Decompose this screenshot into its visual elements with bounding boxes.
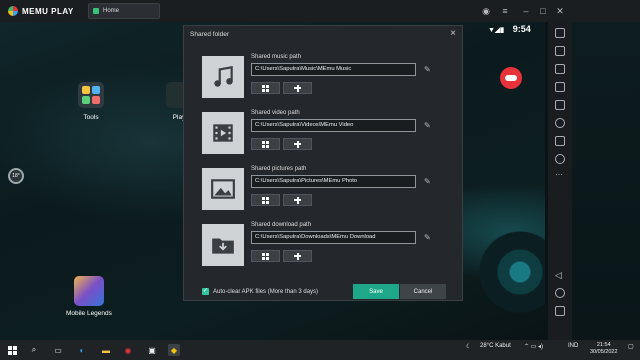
download-path-field[interactable]: C:\Users\Saputra\Downloads\MEmu Download <box>251 231 416 244</box>
open-music-android-button[interactable] <box>283 82 312 94</box>
android-icon <box>294 140 301 148</box>
mobile-legends-icon <box>73 276 104 306</box>
open-pictures-folder-button[interactable] <box>251 194 280 206</box>
keyboard-icon[interactable] <box>555 28 565 38</box>
close-window-icon[interactable]: ✕ <box>552 0 568 22</box>
app-title: MEMU PLAY <box>22 6 74 16</box>
tools-label: Tools <box>83 114 99 121</box>
checkmark-icon[interactable]: ✓ <box>202 288 209 295</box>
tab-home[interactable]: Home <box>88 3 160 19</box>
download-folder-icon <box>202 224 244 266</box>
tools-app[interactable]: Tools <box>78 82 104 121</box>
open-pictures-android-button[interactable] <box>283 194 312 206</box>
memu-taskbar-icon[interactable]: ◆ <box>168 344 180 356</box>
android-status-bar: ▼◢▮ 9:54 <box>488 24 531 34</box>
shared-music-row: Shared music path C:\Users\Saputra\Music… <box>202 54 447 102</box>
edge-icon[interactable]: ◐ <box>76 344 88 356</box>
android-icon <box>294 252 301 260</box>
windows-icon <box>262 252 269 260</box>
more-icon[interactable]: ⋯ <box>555 171 565 182</box>
pictures-path-field[interactable]: C:\Users\Saputra\Pictures\MEmu Photo <box>251 175 416 188</box>
shared-pictures-row: Shared pictures path C:\Users\Saputra\Pi… <box>202 166 447 214</box>
tab-home-label: Home <box>103 8 120 14</box>
search-icon[interactable]: ⌕ <box>28 344 40 356</box>
minimize-icon[interactable]: – <box>518 0 534 22</box>
tools-icon <box>78 82 104 108</box>
back-icon[interactable]: ◁ <box>555 270 565 280</box>
film-icon <box>202 112 244 154</box>
download-path-label: Shared download path <box>251 222 312 228</box>
file-explorer-icon[interactable]: ▬ <box>100 344 112 356</box>
windows-taskbar: ⌕ ▭ ◐ ▬ ◉ ▣ ◆ ☾ 28°C Kabut ⌃ ▭ ◂) IND 21… <box>0 340 640 360</box>
open-music-folder-button[interactable] <box>251 82 280 94</box>
shared-download-row: Shared download path C:\Users\Saputra\Do… <box>202 222 447 270</box>
start-icon[interactable] <box>6 344 18 356</box>
save-button[interactable]: Save <box>353 284 399 299</box>
volume-down-icon[interactable] <box>555 100 565 110</box>
dialog-title: Shared folder <box>190 31 230 38</box>
tray-icons[interactable]: ⌃ ▭ ◂) <box>524 343 543 350</box>
weather-icon[interactable]: ☾ <box>466 343 471 350</box>
recent-apps-icon[interactable] <box>555 306 565 316</box>
shared-folder-dialog: Shared folder × Shared music path C:\Use… <box>183 25 463 301</box>
wifi-signal-battery-icon: ▼◢▮ <box>488 27 505 34</box>
volume-up-icon[interactable] <box>555 82 565 92</box>
maximize-icon[interactable]: □ <box>535 0 551 22</box>
title-bar: MEMU PLAY Home ◉ ≡ – □ ✕ <box>0 0 640 22</box>
music-path-field[interactable]: C:\Users\Saputra\Music\MEmu Music <box>251 63 416 76</box>
shared-folder-icon[interactable] <box>555 136 565 146</box>
language-indicator[interactable]: IND <box>568 343 578 349</box>
windows-icon <box>262 196 269 204</box>
auto-clear-label: Auto-clear APK files (More than 3 days) <box>213 288 319 295</box>
right-toolbar: ⋯ ◁ <box>548 22 572 340</box>
gamepad-icon <box>505 75 517 81</box>
android-clock: 9:54 <box>512 24 531 34</box>
account-icon[interactable]: ◉ <box>478 0 494 22</box>
home-tab-icon <box>93 8 99 14</box>
app-logo: MEMU PLAY <box>0 6 88 16</box>
android-icon <box>294 84 301 92</box>
settings-icon[interactable] <box>555 154 565 164</box>
edit-download-path-icon[interactable]: ✎ <box>424 233 431 242</box>
memu-logo-icon <box>8 6 18 16</box>
picture-icon <box>202 168 244 210</box>
video-path-label: Shared video path <box>251 110 300 116</box>
taskbar-clock[interactable]: 21:54 30/05/2022 <box>590 342 618 356</box>
edit-pictures-path-icon[interactable]: ✎ <box>424 177 431 186</box>
background-strip <box>572 22 640 340</box>
gamepad-button[interactable] <box>500 67 522 89</box>
edit-video-path-icon[interactable]: ✎ <box>424 121 431 130</box>
mobile-legends-label: Mobile Legends <box>66 310 112 317</box>
notification-icon[interactable]: ▢ <box>628 343 634 350</box>
open-download-folder-button[interactable] <box>251 250 280 262</box>
open-download-android-button[interactable] <box>283 250 312 262</box>
location-icon[interactable] <box>555 118 565 128</box>
android-icon <box>294 196 301 204</box>
windows-icon <box>262 140 269 148</box>
open-video-folder-button[interactable] <box>251 138 280 150</box>
home-icon[interactable] <box>555 288 565 298</box>
chrome-icon[interactable]: ◉ <box>122 344 134 356</box>
clock-date: 30/05/2022 <box>590 349 618 355</box>
open-video-android-button[interactable] <box>283 138 312 150</box>
weather-text[interactable]: 28°C Kabut <box>480 343 511 349</box>
music-path-label: Shared music path <box>251 54 302 60</box>
fps-badge: 18° <box>8 168 24 184</box>
task-view-icon[interactable]: ▭ <box>52 344 64 356</box>
store-icon[interactable]: ▣ <box>146 344 158 356</box>
shared-video-row: Shared video path C:\Users\Saputra\Video… <box>202 110 447 158</box>
close-icon[interactable]: × <box>450 28 456 39</box>
mobile-legends-app[interactable]: Mobile Legends <box>66 276 112 317</box>
clock-time: 21:54 <box>596 342 611 348</box>
screenshot-icon[interactable] <box>555 46 565 56</box>
cancel-button[interactable]: Cancel <box>400 284 446 299</box>
apk-icon[interactable] <box>555 64 565 74</box>
edit-music-path-icon[interactable]: ✎ <box>424 65 431 74</box>
menu-icon[interactable]: ≡ <box>497 0 513 22</box>
pictures-path-label: Shared pictures path <box>251 166 307 172</box>
windows-icon <box>262 84 269 92</box>
auto-clear-checkbox[interactable]: ✓ Auto-clear APK files (More than 3 days… <box>202 288 318 295</box>
music-note-icon <box>202 56 244 98</box>
video-path-field[interactable]: C:\Users\Saputra\Videos\MEmu Video <box>251 119 416 132</box>
